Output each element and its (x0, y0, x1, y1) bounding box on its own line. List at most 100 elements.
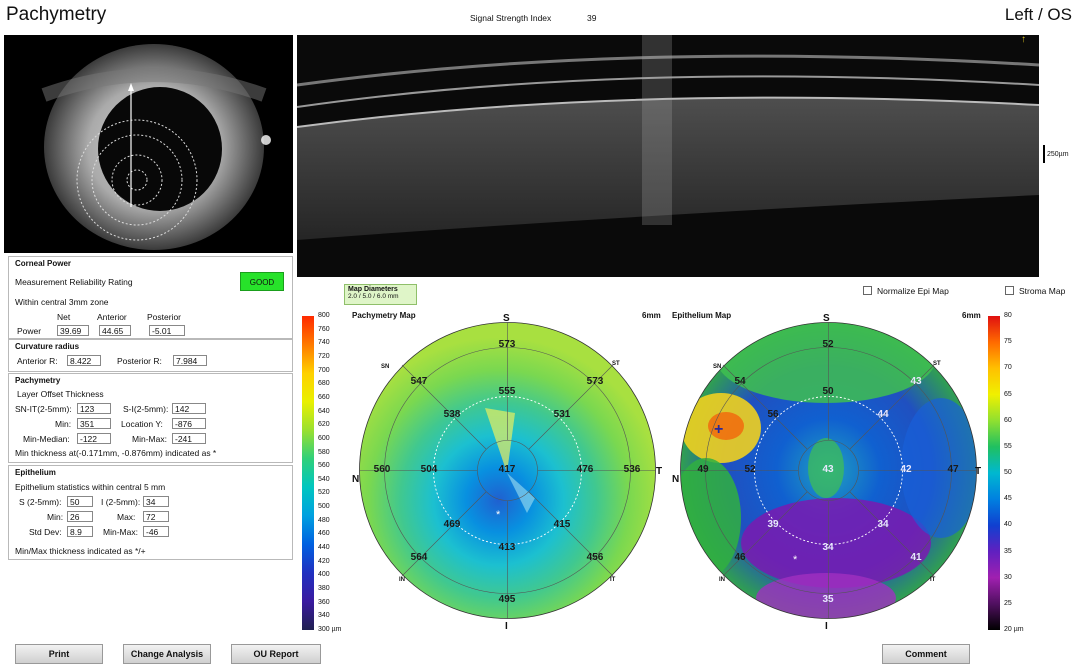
power-posterior-field: -5.01 (149, 325, 185, 336)
pachymetry-value-sn-mid: 538 (443, 409, 461, 420)
pachymetry-scale-tick: 460 (318, 530, 330, 538)
epithelium-scale-tick: 40 (1004, 521, 1012, 529)
epi-note: Min/Max thickness indicated as */+ (15, 546, 146, 556)
pachymetry-value-in-out: 564 (410, 552, 428, 563)
dir-label-n: N (352, 474, 360, 485)
print-button[interactable]: Print (15, 644, 103, 664)
epithelium-scale-tick: 20 µm (1004, 626, 1024, 633)
epi-std-field: 8.9 (67, 526, 93, 537)
epithelium-value-it-out: 41 (910, 552, 922, 563)
epi-min-max-label: Min-Max: (103, 527, 138, 537)
pachymetry-value-st-out: 573 (586, 376, 604, 387)
page-title: Pachymetry (6, 4, 107, 25)
si-field: 142 (172, 403, 206, 414)
epi-s-label: S (2-5mm): (19, 497, 62, 507)
pachymetry-value-s-out: 573 (498, 339, 516, 350)
epithelium-value-st-mid: 44 (877, 409, 889, 420)
checkbox-icon (1005, 286, 1014, 295)
epithelium-scale-tick: 25 (1004, 599, 1012, 607)
epi-min-label: Min: (47, 512, 64, 522)
map-diameters-values: 2.0 / 5.0 / 6.0 mm (348, 293, 399, 300)
epi-std-label: Std Dev: (29, 527, 62, 537)
pachymetry-scale-tick: 380 (318, 585, 330, 593)
oct-bscan-image (297, 35, 1039, 277)
pachymetry-scale-tick: 340 (318, 612, 330, 620)
epithelium-value-sn-out: 54 (734, 376, 746, 387)
reliability-label: Measurement Reliability Rating (15, 277, 133, 287)
anterior-r-field: 8.422 (67, 355, 101, 366)
epithelium-scale-tick: 45 (1004, 495, 1012, 503)
pachymetry-value-st-mid: 531 (553, 409, 571, 420)
dir-label-s: S (503, 313, 510, 324)
sub-label-it: IT (610, 577, 616, 583)
dir-label-i: I (505, 621, 508, 632)
dir-label-t: T (656, 466, 663, 477)
pachymetry-scale-tick: 440 (318, 544, 330, 552)
epithelium-value-in-out: 46 (734, 552, 746, 563)
map-diameters-box[interactable]: Map Diameters 2.0 / 5.0 / 6.0 mm (344, 284, 417, 305)
pachymetry-value-t-out: 536 (623, 464, 641, 475)
iris-camera-image (4, 35, 293, 253)
corneal-power-panel: Corneal Power Measurement Reliability Ra… (8, 256, 293, 339)
posterior-r-field: 7.984 (173, 355, 207, 366)
epithelium-value-s-out: 52 (822, 339, 834, 350)
pachymetry-scale-tick: 300 µm (318, 626, 342, 633)
pachymetry-scale-tick: 620 (318, 421, 330, 429)
min-field: 351 (77, 418, 111, 429)
epithelium-scale-tick: 55 (1004, 442, 1012, 450)
pachymetry-value-sn-out: 547 (410, 376, 428, 387)
pachymetry-tabs[interactable]: Layer Offset Thickness (17, 389, 104, 399)
signal-strength-label: Signal Strength Index (470, 13, 552, 23)
pachymetry-scale-tick: 420 (318, 557, 330, 565)
epithelium-value-st-out: 43 (910, 376, 922, 387)
reliability-badge: GOOD (240, 272, 284, 291)
epi-sub-label-sn: SN (713, 364, 722, 370)
epithelium-value-center: 43 (822, 464, 834, 475)
stroma-map-checkbox[interactable]: Stroma Map (1005, 286, 1065, 296)
normalize-epi-checkbox[interactable]: Normalize Epi Map (863, 286, 949, 296)
pachymetry-value-n-out: 560 (373, 464, 391, 475)
svg-text:+: + (714, 421, 723, 438)
epithelium-scale-tick: 30 (1004, 573, 1012, 581)
pachymetry-panel: Pachymetry Layer Offset Thickness SN-IT(… (8, 373, 293, 463)
epithelium-heading: Epithelium (15, 468, 56, 477)
corneal-power-heading: Corneal Power (15, 259, 72, 268)
map-diameters-title: Map Diameters (348, 286, 398, 293)
pachymetry-value-t-mid: 476 (576, 464, 594, 475)
pachymetry-color-scale (302, 316, 314, 630)
sub-label-sn: SN (381, 364, 390, 370)
pachymetry-scale-tick: 800 (318, 312, 330, 319)
pachymetry-scale-tick: 520 (318, 489, 330, 497)
epi-i-label: I (2-5mm): (101, 497, 141, 507)
epi-dir-label-n: N (672, 474, 680, 485)
col-net-header: Net (57, 312, 71, 322)
epithelium-scale-tick: 65 (1004, 390, 1012, 398)
epithelium-value-it-mid: 34 (877, 519, 889, 530)
min-max-label: Min-Max: (132, 434, 167, 444)
epithelium-scale-tick: 35 (1004, 547, 1012, 555)
pachymetry-scale-tick: 580 (318, 448, 330, 456)
scale-bar (1043, 145, 1045, 163)
pachymetry-scale-tick: 540 (318, 475, 330, 483)
pachymetry-scale-tick: 760 (318, 325, 330, 333)
pachymetry-value-n-mid: 504 (420, 464, 438, 475)
svg-text:*: * (793, 554, 798, 566)
epithelium-value-n-mid: 52 (744, 464, 756, 475)
epi-min-field: 26 (67, 511, 93, 522)
ou-report-button[interactable]: OU Report (231, 644, 321, 664)
change-analysis-button[interactable]: Change Analysis (123, 644, 211, 664)
pachymetry-value-i-mid: 413 (498, 542, 516, 553)
pachymetry-scale-tick: 480 (318, 516, 330, 524)
epithelium-scale-tick: 75 (1004, 338, 1012, 346)
epithelium-value-t-out: 47 (947, 464, 959, 475)
curvature-heading: Curvature radius (15, 342, 80, 351)
epithelium-scale-tick: 50 (1004, 469, 1012, 476)
power-anterior-field: 44.65 (99, 325, 131, 336)
comment-button[interactable]: Comment (882, 644, 970, 664)
epi-dir-label-s: S (823, 313, 830, 324)
pachymetry-value-it-out: 456 (586, 552, 604, 563)
pachymetry-scale-tick: 660 (318, 393, 330, 401)
epithelium-stats-label: Epithelium statistics within central 5 m… (15, 482, 166, 492)
epithelium-value-in-mid: 39 (767, 519, 779, 530)
checkbox-icon (863, 286, 872, 295)
